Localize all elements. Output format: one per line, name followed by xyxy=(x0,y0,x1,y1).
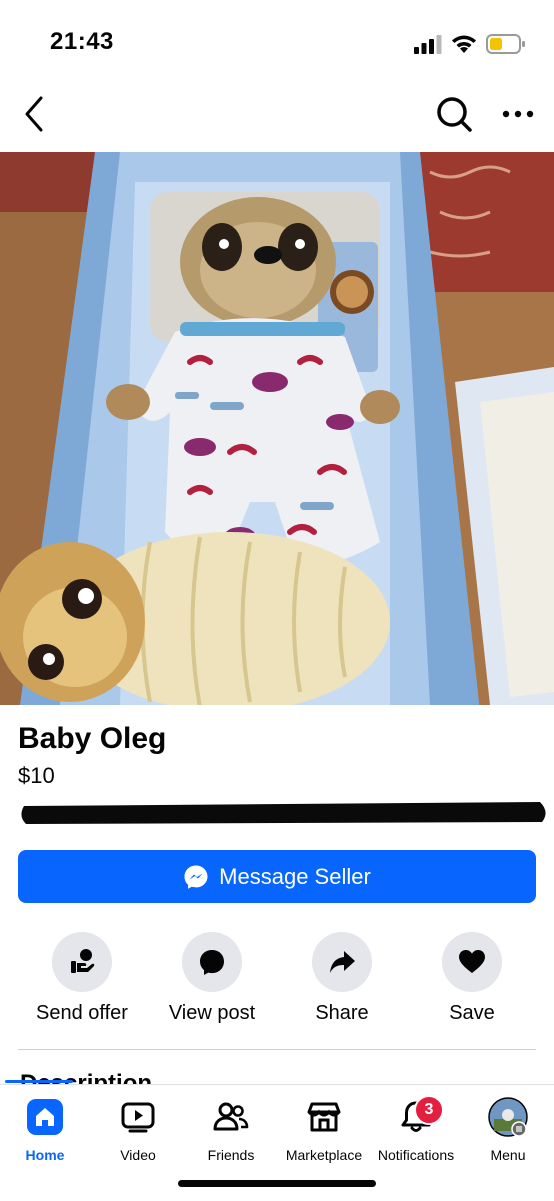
share-button[interactable]: Share xyxy=(277,932,407,1025)
tab-video[interactable]: Video xyxy=(108,1097,168,1163)
back-chevron-icon[interactable] xyxy=(20,94,50,134)
search-icon[interactable] xyxy=(434,94,474,134)
listing-title: Baby Oleg xyxy=(18,722,167,755)
share-arrow-icon xyxy=(330,951,355,973)
share-label: Share xyxy=(315,1002,369,1024)
home-indicator[interactable] xyxy=(178,1180,376,1187)
section-divider xyxy=(18,1049,536,1050)
profile-avatar xyxy=(488,1097,528,1137)
friends-icon xyxy=(213,1102,249,1131)
tab-video-label: Video xyxy=(120,1147,156,1163)
message-seller-button[interactable]: Message Seller xyxy=(18,850,536,903)
message-seller-label: Message Seller xyxy=(219,863,371,889)
video-icon xyxy=(121,1102,155,1133)
chat-bubble-icon xyxy=(200,950,224,975)
save-button[interactable]: Save xyxy=(407,932,537,1025)
tab-marketplace-label: Marketplace xyxy=(285,1147,363,1163)
battery-icon xyxy=(486,34,525,54)
tab-menu-label: Menu xyxy=(490,1147,526,1163)
tab-home-label: Home xyxy=(25,1147,65,1163)
send-offer-button[interactable]: Send offer xyxy=(17,932,147,1025)
save-label: Save xyxy=(449,1002,495,1024)
status-time: 21:43 xyxy=(50,28,114,55)
listing-actions: Send offer View post Share Save xyxy=(0,932,554,1032)
more-options-icon[interactable] xyxy=(500,102,536,126)
view-post-label: View post xyxy=(168,1002,256,1024)
messenger-icon xyxy=(184,865,208,889)
notification-count-badge: 3 xyxy=(414,1095,444,1125)
listing-photo[interactable] xyxy=(0,152,554,705)
listing-photo-image xyxy=(0,152,554,705)
tab-friends-label: Friends xyxy=(207,1147,255,1163)
redacted-seller-info xyxy=(21,802,546,824)
view-post-button[interactable]: View post xyxy=(147,932,277,1025)
tab-friends[interactable]: Friends xyxy=(196,1097,266,1163)
home-icon xyxy=(27,1099,63,1135)
tab-notifications-label: Notifications xyxy=(377,1147,455,1163)
marketplace-icon xyxy=(307,1102,341,1132)
send-offer-label: Send offer xyxy=(36,1002,128,1024)
tab-home[interactable]: Home xyxy=(14,1097,76,1163)
tab-menu[interactable]: Menu xyxy=(480,1097,536,1163)
scroll-highlight-line xyxy=(5,1080,73,1083)
status-bar: 21:43 xyxy=(0,0,554,80)
heart-icon xyxy=(459,950,485,973)
cellular-signal-icon xyxy=(414,35,442,54)
listing-price: $10 xyxy=(18,763,55,788)
send-offer-icon xyxy=(71,949,95,973)
wifi-icon xyxy=(452,35,476,53)
tab-marketplace[interactable]: Marketplace xyxy=(280,1097,368,1163)
top-navigation xyxy=(0,80,554,150)
